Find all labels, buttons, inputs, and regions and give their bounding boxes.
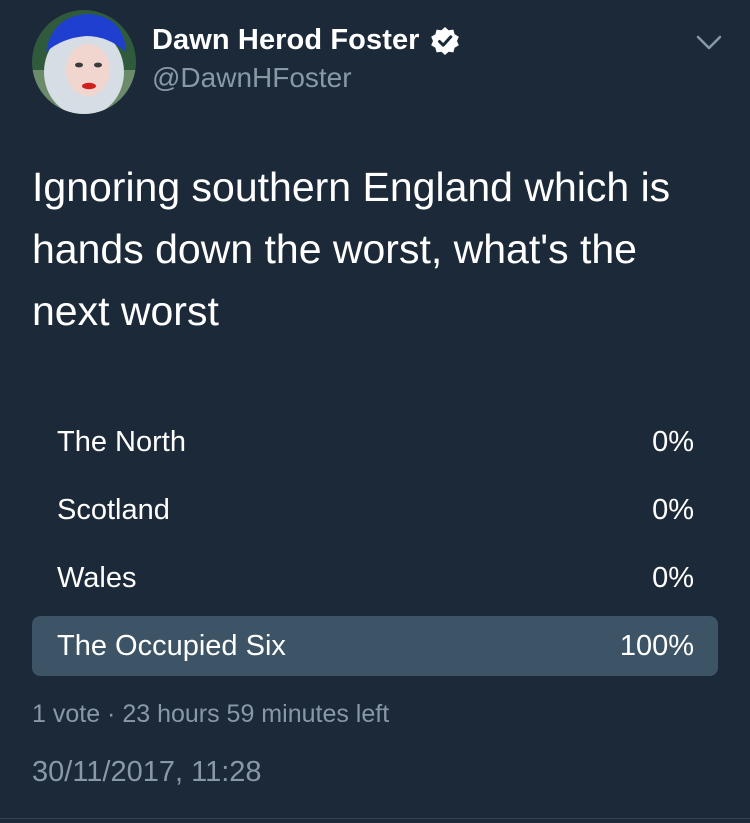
author-display-name[interactable]: Dawn Herod Foster <box>152 24 420 57</box>
poll-meta: 1 vote · 23 hours 59 minutes left <box>32 700 390 728</box>
tweet-timestamp[interactable]: 30/11/2017, 11:28 <box>32 756 262 789</box>
poll-option[interactable]: Scotland 0% <box>32 480 718 540</box>
poll-option-percent: 0% <box>652 562 694 594</box>
poll-option-label: Wales <box>57 562 137 594</box>
poll-option-percent: 100% <box>619 630 694 662</box>
tweet-text: Ignoring southern England which is hands… <box>32 164 671 334</box>
chevron-down-icon[interactable] <box>694 32 724 54</box>
avatar-image <box>32 10 136 114</box>
divider <box>0 818 750 819</box>
poll-option[interactable]: Wales 0% <box>32 548 718 608</box>
poll-option-label: Scotland <box>57 494 170 526</box>
poll-option-label: The North <box>57 426 186 458</box>
tweet: Dawn Herod Foster @DawnHFoster Ignoring … <box>0 0 750 823</box>
poll-option-percent: 0% <box>652 494 694 526</box>
poll-option[interactable]: The North 0% <box>32 412 718 472</box>
author-handle[interactable]: @DawnHFoster <box>152 62 352 94</box>
poll: The North 0% Scotland 0% Wales 0% The Oc… <box>32 412 718 684</box>
verified-badge-icon <box>430 26 459 55</box>
poll-option-percent: 0% <box>652 426 694 458</box>
author-name-row: Dawn Herod Foster <box>152 24 460 57</box>
poll-option-label: The Occupied Six <box>57 630 286 662</box>
poll-option[interactable]: The Occupied Six 100% <box>32 616 718 676</box>
avatar[interactable] <box>32 10 136 114</box>
